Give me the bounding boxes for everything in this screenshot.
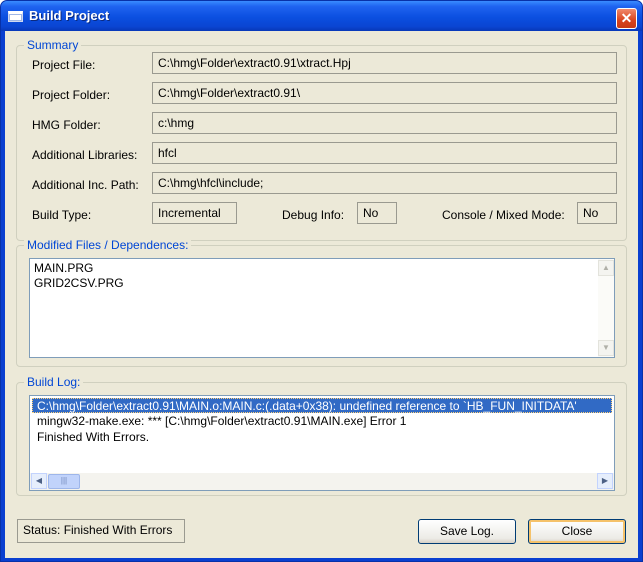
- console-mode-field: No: [577, 202, 617, 224]
- modified-files-group: Modified Files / Dependences: MAIN.PRG G…: [16, 238, 627, 367]
- list-item[interactable]: MAIN.PRG: [30, 261, 614, 276]
- log-line-selected[interactable]: C:\hmg\Folder\extract0.91\MAIN.o:MAIN.c:…: [32, 398, 612, 413]
- summary-group: Summary Project File: C:\hmg\Folder\extr…: [16, 38, 627, 241]
- close-window-icon[interactable]: ✕: [616, 8, 637, 29]
- build-log-legend: Build Log:: [24, 375, 84, 389]
- build-project-window: Build Project ✕ Summary Project File: C:…: [0, 0, 643, 562]
- project-file-label: Project File:: [32, 58, 96, 72]
- scroll-down-icon[interactable]: ▼: [598, 340, 614, 356]
- log-line[interactable]: mingw32-make.exe: *** [C:\hmg\Folder\ext…: [30, 413, 614, 429]
- window-title: Build Project: [29, 8, 110, 23]
- debug-info-field: No: [357, 202, 397, 224]
- hmg-folder-field: c:\hmg: [152, 112, 617, 134]
- project-folder-field: C:\hmg\Folder\extract0.91\: [152, 82, 617, 104]
- modified-files-list[interactable]: MAIN.PRG GRID2CSV.PRG ▲ ▼: [29, 258, 615, 358]
- additional-inc-path-field: C:\hmg\hfcl\include;: [152, 172, 617, 194]
- project-folder-label: Project Folder:: [32, 88, 111, 102]
- console-mode-label: Console / Mixed Mode:: [442, 208, 565, 222]
- status-bar: Status: Finished With Errors: [17, 519, 185, 543]
- scroll-left-icon[interactable]: ◀: [31, 473, 47, 489]
- build-log-group: Build Log: C:\hmg\Folder\extract0.91\MAI…: [16, 375, 627, 496]
- title-bar[interactable]: Build Project ✕: [1, 1, 642, 31]
- additional-libraries-field: hfcl: [152, 142, 617, 164]
- vertical-scrollbar[interactable]: ▲ ▼: [598, 259, 614, 357]
- horizontal-scrollbar[interactable]: ◀ ||| ▶: [30, 473, 614, 490]
- scroll-right-icon[interactable]: ▶: [597, 473, 613, 489]
- build-type-label: Build Type:: [32, 208, 92, 222]
- project-file-field: C:\hmg\Folder\extract0.91\xtract.Hpj: [152, 52, 617, 74]
- log-line[interactable]: Finished With Errors.: [30, 429, 614, 445]
- hmg-folder-label: HMG Folder:: [32, 118, 101, 132]
- modified-files-legend: Modified Files / Dependences:: [24, 238, 192, 252]
- build-type-field: Incremental: [152, 202, 237, 224]
- debug-info-label: Debug Info:: [282, 208, 345, 222]
- additional-inc-path-label: Additional Inc. Path:: [32, 178, 139, 192]
- scroll-thumb[interactable]: |||: [48, 474, 80, 489]
- dialog-body: Summary Project File: C:\hmg\Folder\extr…: [5, 31, 638, 558]
- build-log-list[interactable]: C:\hmg\Folder\extract0.91\MAIN.o:MAIN.c:…: [29, 395, 615, 491]
- close-button[interactable]: Close: [528, 519, 626, 544]
- additional-libraries-label: Additional Libraries:: [32, 148, 138, 162]
- save-log-button[interactable]: Save Log.: [418, 519, 516, 544]
- list-item[interactable]: GRID2CSV.PRG: [30, 276, 614, 291]
- scroll-up-icon[interactable]: ▲: [598, 260, 614, 276]
- summary-legend: Summary: [24, 38, 82, 52]
- window-icon: [8, 11, 23, 22]
